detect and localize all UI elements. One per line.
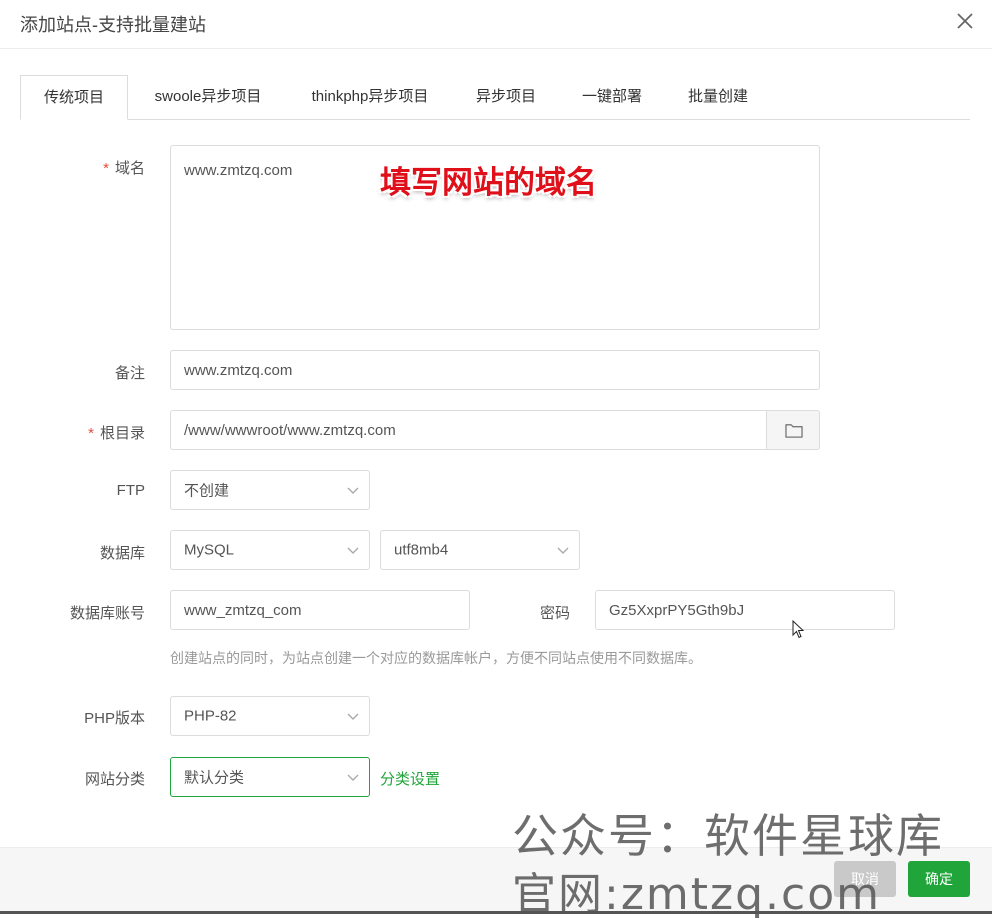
db-account-label: 数据库账号 — [69, 605, 145, 622]
dialog-header: 添加站点-支持批量建站 — [0, 0, 992, 49]
close-icon[interactable] — [952, 8, 978, 34]
confirm-button[interactable]: 确定 — [908, 861, 970, 897]
database-charset-select[interactable]: utf8mb4 — [380, 530, 580, 570]
remark-input[interactable] — [170, 350, 820, 390]
chevron-down-icon — [557, 547, 569, 554]
chevron-down-icon — [347, 547, 359, 554]
chevron-down-icon — [347, 487, 359, 494]
dialog-title: 添加站点-支持批量建站 — [20, 15, 206, 35]
annotation-text: 填写网站的域名 — [380, 165, 597, 201]
category-label: 网站分类 — [84, 771, 145, 788]
tab-async[interactable]: 异步项目 — [466, 75, 546, 119]
root-dir-input[interactable] — [170, 410, 767, 450]
db-password-input[interactable] — [595, 590, 895, 630]
password-label: 密码 — [539, 605, 570, 622]
category-select[interactable]: 默认分类 — [170, 757, 370, 797]
tab-traditional[interactable]: 传统项目 — [20, 75, 128, 120]
category-settings-link[interactable]: 分类设置 — [380, 768, 440, 789]
tab-batch-create[interactable]: 批量创建 — [678, 75, 758, 119]
browse-folder-button[interactable] — [766, 410, 820, 450]
ftp-label: FTP — [116, 482, 145, 499]
database-type-select[interactable]: MySQL — [170, 530, 370, 570]
php-version-select[interactable]: PHP-82 — [170, 696, 370, 736]
ftp-select[interactable]: 不创建 — [170, 470, 370, 510]
folder-icon — [785, 424, 803, 438]
remark-label: 备注 — [114, 365, 145, 382]
tab-bar: 传统项目 swoole异步项目 thinkphp异步项目 异步项目 一键部署 批… — [20, 75, 970, 120]
root-label: * 根目录 — [88, 425, 145, 442]
watermark-line-1: 公众号：软件星球库 — [512, 809, 944, 863]
db-hint-text: 创建站点的同时，为站点创建一个对应的数据库帐户，方便不同站点使用不同数据库。 — [170, 650, 702, 666]
required-mark: * — [103, 160, 109, 177]
php-label: PHP版本 — [84, 710, 145, 727]
tab-thinkphp[interactable]: thinkphp异步项目 — [290, 75, 450, 119]
watermark-line-2: 官网:zmtzq.com — [512, 869, 882, 920]
tab-one-click-deploy[interactable]: 一键部署 — [572, 75, 652, 119]
domain-label: * 域名 — [103, 160, 145, 177]
database-label: 数据库 — [99, 545, 145, 562]
chevron-down-icon — [347, 713, 359, 720]
mouse-cursor-icon — [792, 620, 805, 639]
tab-swoole[interactable]: swoole异步项目 — [138, 75, 278, 119]
chevron-down-icon — [347, 774, 359, 781]
